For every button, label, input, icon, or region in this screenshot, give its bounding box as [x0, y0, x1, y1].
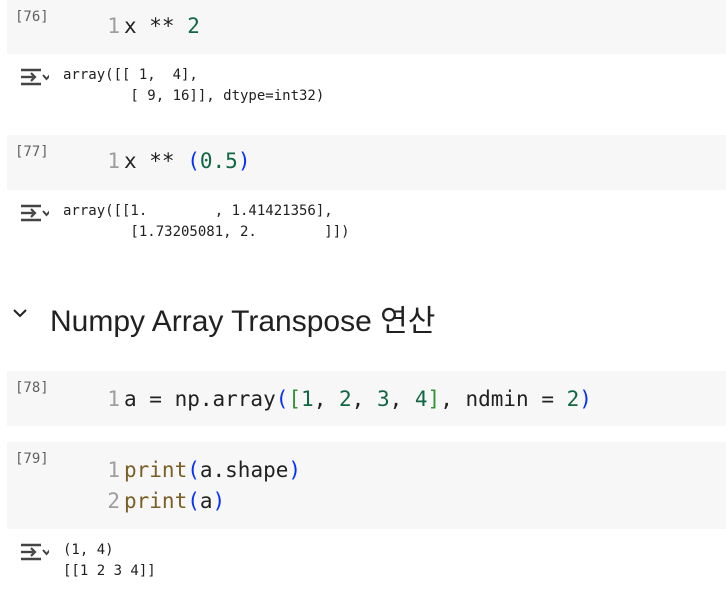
code-token: (	[275, 387, 289, 411]
code-cell-76[interactable]: [76] 1x ** 2	[7, 0, 726, 54]
code-token: 1	[301, 387, 314, 411]
section-title: Numpy Array Transpose 연산	[50, 305, 436, 338]
output-toggle-icon[interactable]	[19, 66, 49, 88]
code-token: a	[199, 489, 213, 513]
line-number: 2	[107, 489, 120, 513]
execution-count: [77]	[15, 144, 49, 160]
code-token: (	[187, 458, 200, 482]
code-token: 2	[338, 387, 352, 411]
code-token: 4	[414, 387, 428, 411]
code-token: )	[212, 489, 226, 513]
code-token: ]	[427, 387, 441, 411]
code-token: ,	[313, 387, 339, 411]
section-header: Numpy Array Transpose 연산	[0, 290, 726, 340]
output-text: (1, 4) [[1 2 3 4]]	[63, 542, 156, 579]
code-token: x **	[124, 149, 188, 173]
code-cell-79[interactable]: [79] 1 print(a.shape) 2 print(a)	[7, 442, 726, 529]
output-toggle-icon[interactable]	[19, 202, 49, 224]
code-token: 0.5	[199, 149, 238, 173]
code-token: (	[187, 489, 200, 513]
output-area-77: array([[1. , 1.41421356], [1.73205081, 2…	[7, 198, 726, 248]
code-token: 3	[376, 387, 390, 411]
execution-count: [79]	[15, 451, 49, 467]
code-token: [	[288, 387, 302, 411]
chevron-down-icon[interactable]	[11, 304, 29, 322]
code-line[interactable]: 1 print(a.shape)	[103, 458, 301, 482]
line-number: 1	[107, 149, 120, 173]
code-token: x **	[124, 14, 188, 38]
code-line[interactable]: 1a = np.array([1, 2, 3, 4], ndmin = 2)	[103, 387, 592, 411]
code-token: print	[124, 458, 188, 482]
code-token: )	[288, 458, 302, 482]
code-line[interactable]: 1x ** (0.5)	[103, 149, 250, 173]
code-token: (	[187, 149, 200, 173]
code-token: ,	[351, 387, 377, 411]
code-token: )	[237, 149, 251, 173]
line-number: 1	[107, 458, 120, 482]
execution-count: [76]	[15, 9, 49, 25]
code-token: 2	[187, 14, 200, 38]
line-number: 1	[107, 14, 120, 38]
code-token: print	[124, 489, 188, 513]
code-token: ,	[389, 387, 415, 411]
output-area-79: (1, 4) [[1 2 3 4]]	[7, 537, 726, 587]
output-area-76: array([[ 1, 4], [ 9, 16]], dtype=int32)	[7, 62, 726, 112]
output-text: array([[ 1, 4], [ 9, 16]], dtype=int32)	[63, 67, 325, 104]
output-toggle-icon[interactable]	[19, 541, 49, 563]
code-line[interactable]: 2 print(a)	[103, 489, 225, 513]
code-token: , ndmin =	[440, 387, 567, 411]
code-line[interactable]: 1x ** 2	[103, 14, 200, 38]
execution-count: [78]	[15, 380, 49, 396]
line-number: 1	[107, 387, 120, 411]
code-token: a.shape	[199, 458, 289, 482]
code-token: a = np.array	[124, 387, 276, 411]
output-text: array([[1. , 1.41421356], [1.73205081, 2…	[63, 203, 350, 240]
code-cell-78[interactable]: [78] 1a = np.array([1, 2, 3, 4], ndmin =…	[7, 371, 726, 426]
code-cell-77[interactable]: [77] 1x ** (0.5)	[7, 135, 726, 190]
code-token: 2	[566, 387, 580, 411]
code-token: )	[579, 387, 592, 411]
